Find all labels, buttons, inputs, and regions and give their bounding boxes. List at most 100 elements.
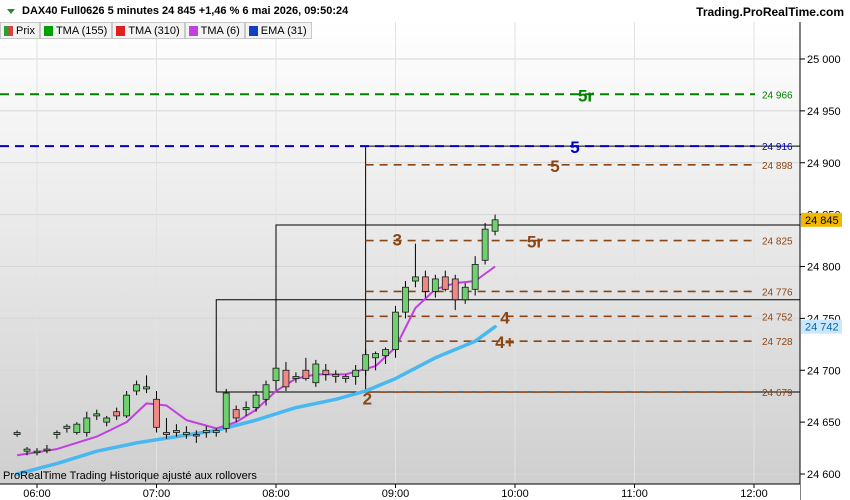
price-chart[interactable]: 24 966 24 916 24 898 24 825 24 776 24 752 24 7… bbox=[0, 22, 850, 500]
candle-body-up bbox=[93, 413, 101, 417]
candle-body-up bbox=[123, 394, 131, 417]
y-tick-label: 24 900 bbox=[807, 158, 841, 170]
brand-label: Trading.ProRealTime.com bbox=[696, 5, 844, 19]
legend-label: TMA (310) bbox=[128, 24, 180, 37]
candle-body-down bbox=[192, 434, 200, 437]
candle-body-up bbox=[362, 354, 370, 371]
candle-body-down bbox=[302, 369, 310, 379]
candle-body-up bbox=[312, 363, 320, 384]
legend-item-ema-31[interactable]: EMA (31) bbox=[244, 22, 312, 39]
candle-body-up bbox=[382, 349, 389, 357]
x-tick-label: 09:00 bbox=[382, 488, 410, 500]
candle-body-up bbox=[262, 384, 270, 400]
color-swatch bbox=[43, 25, 53, 36]
candle bbox=[123, 391, 131, 418]
candle-body-down bbox=[163, 432, 170, 435]
level-marker: 5r bbox=[527, 233, 543, 252]
candle-body-up bbox=[431, 278, 439, 292]
candle-body-up bbox=[222, 392, 230, 429]
collapse-icon[interactable] bbox=[4, 4, 18, 18]
price-badge-label: 24 845 bbox=[805, 215, 839, 227]
legend-item-tma-310[interactable]: TMA (310) bbox=[112, 22, 185, 39]
level-marker: 2 bbox=[363, 389, 372, 408]
x-tick-label: 10:00 bbox=[501, 488, 529, 500]
candle-body-up bbox=[83, 417, 91, 433]
level-marker: 5 bbox=[570, 138, 579, 157]
candle-body-up bbox=[133, 384, 140, 392]
y-tick-label: 24 650 bbox=[807, 417, 841, 429]
candle-body-up bbox=[481, 228, 489, 261]
candle-body-down bbox=[322, 369, 330, 375]
level-marker: 5 bbox=[550, 157, 559, 176]
level-value-label: 24 898 bbox=[762, 161, 793, 172]
candle-body-down bbox=[441, 276, 449, 290]
candle-body-up bbox=[33, 450, 41, 454]
x-tick-label: 12:00 bbox=[740, 488, 768, 500]
level-marker: 3 bbox=[393, 231, 402, 250]
level-value-label: 24 728 bbox=[762, 337, 793, 348]
candle bbox=[222, 388, 230, 433]
y-tick-label: 24 700 bbox=[807, 365, 841, 377]
y-tick-label: 24 800 bbox=[807, 262, 841, 274]
x-tick-label: 06:00 bbox=[23, 488, 51, 500]
level-value-label: 24 679 bbox=[762, 388, 793, 399]
candle-body-up bbox=[372, 353, 379, 359]
candle-body-down bbox=[421, 276, 429, 292]
legend-item-price[interactable]: Prix bbox=[0, 22, 40, 39]
candle-body-down bbox=[113, 411, 121, 417]
legend-item-tma-155[interactable]: TMA (155) bbox=[39, 22, 113, 39]
candle-body-up bbox=[292, 376, 300, 379]
level-marker: 4+ bbox=[495, 333, 514, 352]
footnote: ProRealTime Trading Historique ajusté au… bbox=[3, 470, 257, 482]
level-value-label: 24 825 bbox=[762, 237, 793, 248]
candle bbox=[312, 359, 320, 387]
candle-body-up bbox=[202, 430, 210, 433]
candle bbox=[73, 422, 81, 435]
candle-body-up bbox=[182, 432, 190, 435]
y-tick-label: 24 600 bbox=[807, 469, 841, 481]
candle-body-up bbox=[23, 448, 31, 452]
price-icon bbox=[4, 25, 13, 36]
candle-body-down bbox=[43, 448, 51, 452]
candle-body-up bbox=[412, 276, 419, 282]
candle-body-up bbox=[392, 311, 399, 350]
candle-body-up bbox=[212, 430, 220, 433]
color-swatch bbox=[116, 25, 126, 36]
legend-label: Prix bbox=[16, 24, 35, 37]
candle-body-up bbox=[491, 219, 499, 232]
legend-item-tma-6[interactable]: TMA (6) bbox=[184, 22, 245, 39]
candle-body-down bbox=[332, 373, 340, 377]
candle-body-down bbox=[451, 278, 459, 301]
candle-body-down bbox=[232, 409, 240, 419]
candle-body-up bbox=[402, 286, 409, 313]
color-swatch bbox=[188, 25, 198, 36]
legend-label: TMA (6) bbox=[200, 24, 240, 37]
candle-body-up bbox=[272, 367, 280, 382]
x-tick-label: 07:00 bbox=[143, 488, 171, 500]
candle-body-up bbox=[242, 407, 250, 411]
x-tick-label: 08:00 bbox=[262, 488, 290, 500]
candle bbox=[481, 222, 489, 265]
legend-label: EMA (31) bbox=[260, 24, 307, 37]
x-tick-label: 11:00 bbox=[621, 488, 648, 500]
level-value-label: 24 776 bbox=[762, 287, 793, 298]
candle-body-up bbox=[103, 417, 111, 423]
chart-header: DAX40 Full0626 5 minutes 24 845 +1,46 % … bbox=[0, 0, 850, 22]
candle-body-down bbox=[282, 369, 290, 388]
candle-body-up bbox=[471, 264, 479, 290]
candle-body-up bbox=[13, 432, 21, 435]
indicator-legend: Prix TMA (155) TMA (310) TMA (6) EMA (31… bbox=[0, 22, 312, 39]
price-badge-label: 24 742 bbox=[805, 322, 839, 334]
candle-body-up bbox=[63, 425, 71, 429]
y-tick-label: 25 000 bbox=[807, 54, 841, 66]
level-value-label: 24 916 bbox=[762, 142, 793, 153]
candle-body-up bbox=[73, 423, 81, 433]
candle-body-down bbox=[342, 376, 350, 379]
y-tick-label: 24 950 bbox=[807, 106, 841, 118]
level-value-label: 24 752 bbox=[762, 312, 793, 323]
color-swatch bbox=[248, 25, 258, 36]
level-value-label: 24 966 bbox=[762, 90, 793, 101]
legend-label: TMA (155) bbox=[55, 24, 108, 37]
level-marker: 5r bbox=[578, 86, 594, 105]
level-marker: 4 bbox=[500, 308, 510, 327]
